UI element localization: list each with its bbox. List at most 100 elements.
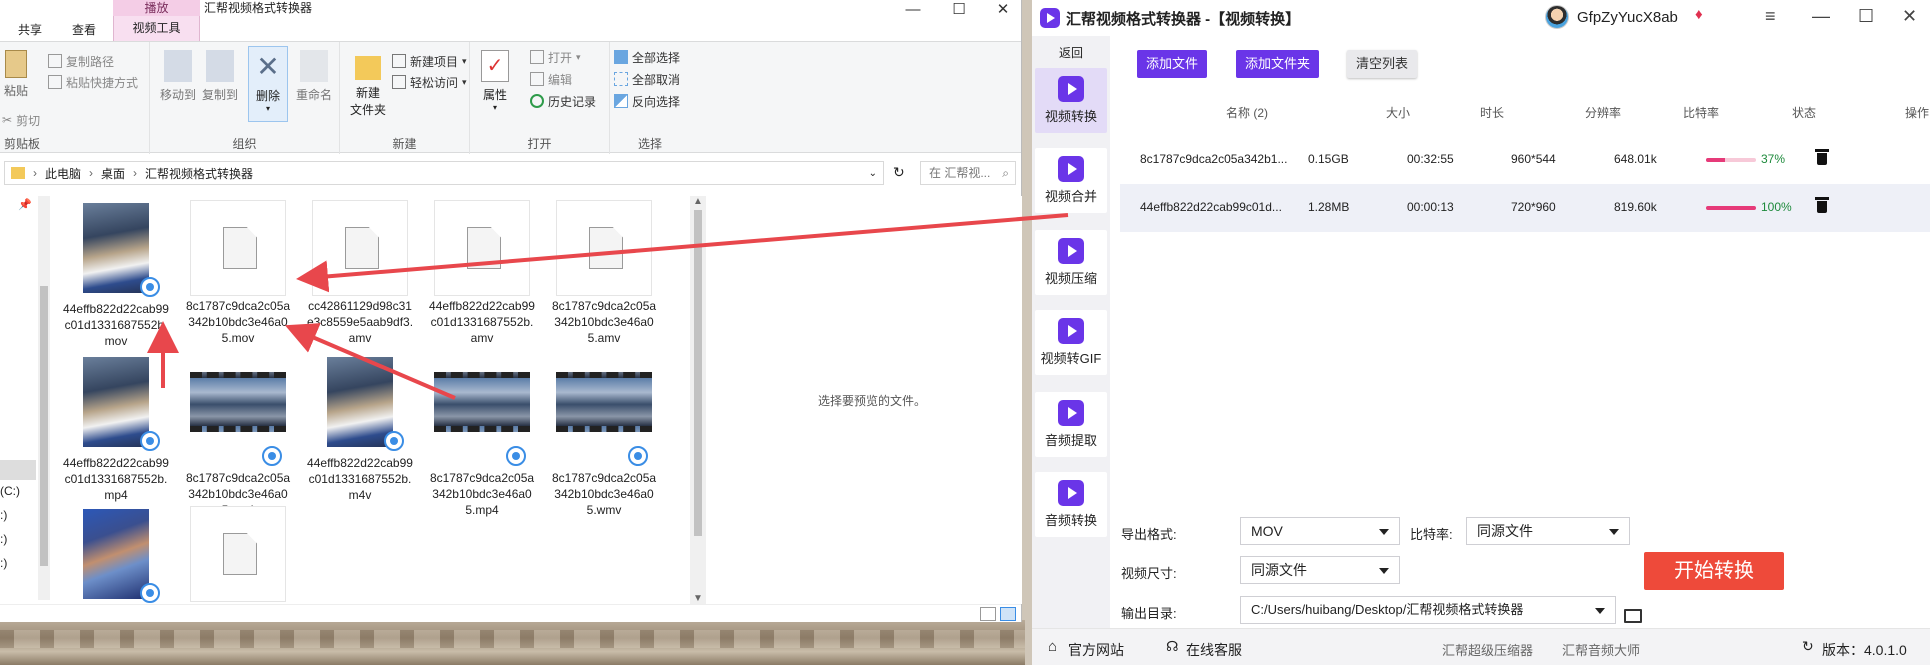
- table-row[interactable]: 44effb822d22cab99c01d... 1.28MB 00:00:13…: [1120, 184, 1930, 232]
- scroll-up-icon[interactable]: ▲: [690, 196, 706, 207]
- delete-button[interactable]: ✕ 删除 ▾: [248, 46, 288, 122]
- maximize-button[interactable]: ☐: [936, 0, 982, 22]
- compressor-link[interactable]: 汇帮超级压缩器: [1442, 640, 1533, 659]
- nav-item-drive[interactable]: :): [0, 556, 7, 570]
- nav-scrollbar-thumb[interactable]: [40, 286, 48, 566]
- online-support-link[interactable]: 在线客服: [1186, 640, 1242, 660]
- address-bar[interactable]: › 此电脑 › 桌面 › 汇帮视频格式转换器 ⌄: [4, 161, 884, 185]
- sidebar-item-video-convert[interactable]: 视频转换: [1035, 68, 1107, 133]
- new-folder-button[interactable]: 新建 文件夹: [348, 50, 388, 118]
- file-tile[interactable]: 8c1787c9dca2c05a342b10bdc3e46a05.mov: [182, 200, 294, 346]
- start-convert-button[interactable]: 开始转换: [1644, 552, 1784, 590]
- move-to-button[interactable]: 移动到: [158, 50, 198, 103]
- sidebar-item-video-compress[interactable]: 视频压缩: [1035, 230, 1107, 295]
- close-button[interactable]: ✕: [1902, 6, 1917, 27]
- open-folder-icon[interactable]: [1624, 609, 1642, 623]
- table-row[interactable]: 8c1787c9dca2c05a342b1... 0.15GB 00:32:55…: [1120, 136, 1930, 184]
- output-dir-select[interactable]: C:/Users/huibang/Desktop/汇帮视频格式转换器: [1240, 596, 1616, 624]
- progress-percent: 100%: [1761, 200, 1792, 214]
- search-input[interactable]: 在 汇帮视... ⌕: [920, 161, 1016, 185]
- file-tile[interactable]: [182, 506, 294, 604]
- breadcrumb-desktop[interactable]: 桌面: [93, 165, 133, 182]
- tab-view[interactable]: 查看: [58, 18, 110, 42]
- file-tile[interactable]: 44effb822d22cab99c01d1331687552b.amv: [426, 200, 538, 346]
- sidebar-item-video-to-gif[interactable]: 视频转GIF: [1035, 310, 1107, 375]
- minimize-button[interactable]: —: [890, 0, 936, 22]
- clear-list-button[interactable]: 清空列表: [1347, 50, 1418, 78]
- open-button[interactable]: 打开 ▾: [530, 48, 581, 66]
- refresh-icon[interactable]: ↻: [893, 164, 905, 181]
- audio-master-link[interactable]: 汇帮音频大师: [1562, 640, 1640, 659]
- pin-icon[interactable]: 📌: [18, 198, 32, 211]
- add-folder-button[interactable]: 添加文件夹: [1236, 50, 1320, 78]
- new-item-button[interactable]: 新建项目 ▾: [392, 52, 467, 70]
- video-size-select[interactable]: 同源文件: [1240, 556, 1400, 584]
- edit-button[interactable]: 编辑: [530, 70, 572, 88]
- new-item-label: 新建项目: [410, 54, 459, 69]
- file-tile[interactable]: 44effb822d22cab99c01d1331687552b.m4v: [304, 354, 416, 503]
- paste-button[interactable]: 粘贴: [2, 50, 30, 99]
- bitrate-select[interactable]: 同源文件: [1466, 517, 1630, 545]
- copy-path-button[interactable]: 复制路径: [48, 52, 114, 70]
- copy-path-icon: [48, 54, 62, 68]
- export-format-select[interactable]: MOV: [1240, 517, 1400, 545]
- paste-shortcut-button[interactable]: 粘贴快捷方式: [48, 73, 138, 91]
- file-grid-scrollbar[interactable]: ▲ ▼: [690, 196, 706, 604]
- move-to-label: 移动到: [159, 88, 196, 102]
- rename-button[interactable]: 重命名: [292, 50, 336, 103]
- trash-icon[interactable]: [1815, 149, 1829, 165]
- context-tab-header: 播放: [113, 0, 200, 16]
- breadcrumb-current[interactable]: 汇帮视频格式转换器: [137, 165, 261, 182]
- invert-selection-button[interactable]: 反向选择: [614, 92, 680, 110]
- sidebar-item-audio-extract[interactable]: 音频提取: [1035, 392, 1107, 457]
- cell-duration: 00:32:55: [1407, 152, 1454, 166]
- add-file-button[interactable]: 添加文件: [1137, 50, 1208, 78]
- file-tile[interactable]: 8c1787c9dca2c05a342b10bdc3e46a05.mp4: [426, 354, 538, 518]
- tab-share[interactable]: 共享: [4, 18, 56, 42]
- file-tile[interactable]: 8c1787c9dca2c05a342b10bdc3e46a05.wmv: [548, 354, 660, 518]
- back-button[interactable]: 返回: [1032, 44, 1110, 61]
- column-header-name[interactable]: 名称 (2): [1226, 104, 1268, 121]
- scrollbar-thumb[interactable]: [694, 210, 702, 536]
- trash-icon[interactable]: [1815, 197, 1829, 213]
- nav-scrollbar[interactable]: [38, 196, 50, 600]
- file-tile[interactable]: cc42861129d98c31e3c8559e5aab9df3.amv: [304, 200, 416, 346]
- close-button[interactable]: ✕: [980, 0, 1026, 22]
- avatar[interactable]: [1545, 5, 1569, 29]
- maximize-button[interactable]: ☐: [1858, 6, 1874, 27]
- nav-item-c-drive[interactable]: (C:): [0, 484, 20, 498]
- nav-item-drive[interactable]: :): [0, 508, 7, 522]
- history-button[interactable]: 历史记录: [530, 92, 596, 110]
- scroll-down-icon[interactable]: ▼: [690, 593, 706, 604]
- file-tile[interactable]: [60, 506, 172, 604]
- official-website-link[interactable]: 官方网站: [1068, 640, 1124, 660]
- sidebar-item-audio-convert[interactable]: 音频转换: [1035, 472, 1107, 537]
- select-none-button[interactable]: 全部取消: [614, 70, 680, 88]
- file-tile[interactable]: 44effb822d22cab99c01d1331687552b.mov: [60, 200, 172, 349]
- easy-access-button[interactable]: 轻松访问 ▾: [392, 73, 467, 91]
- sync-badge-icon: [140, 583, 160, 603]
- nav-item-drive[interactable]: :): [0, 532, 7, 546]
- details-view-icon[interactable]: [980, 607, 996, 621]
- breadcrumb-this-pc[interactable]: 此电脑: [37, 165, 89, 182]
- username[interactable]: GfpZyYucX8ab: [1577, 9, 1678, 26]
- refresh-icon[interactable]: ↻: [1802, 638, 1814, 655]
- chevron-down-icon[interactable]: ⌄: [869, 168, 877, 179]
- dropdown-caret-icon: ▾: [462, 76, 467, 87]
- properties-button[interactable]: ✓ 属性 ▾: [480, 50, 510, 112]
- large-icons-view-icon[interactable]: [1000, 607, 1016, 621]
- menu-icon[interactable]: ≡: [1765, 6, 1776, 27]
- file-tile[interactable]: 8c1787c9dca2c05a342b10bdc3e46a05.mv4: [182, 354, 294, 518]
- tab-video-tools[interactable]: 视频工具: [113, 16, 200, 41]
- sidebar-item-video-merge[interactable]: 视频合并: [1035, 148, 1107, 213]
- select-all-button[interactable]: 全部选择: [614, 48, 680, 66]
- file-tile[interactable]: 44effb822d22cab99c01d1331687552b.mp4: [60, 354, 172, 503]
- cut-button[interactable]: ✂ 剪切: [2, 111, 40, 129]
- minimize-button[interactable]: —: [1812, 6, 1830, 27]
- nav-selected-row[interactable]: [0, 460, 36, 480]
- document-icon: [190, 506, 286, 602]
- select-all-label: 全部选择: [632, 50, 681, 65]
- file-tile[interactable]: 8c1787c9dca2c05a342b10bdc3e46a05.amv: [548, 200, 660, 346]
- headset-icon: ☊: [1166, 638, 1179, 654]
- copy-to-button[interactable]: 复制到: [200, 50, 240, 103]
